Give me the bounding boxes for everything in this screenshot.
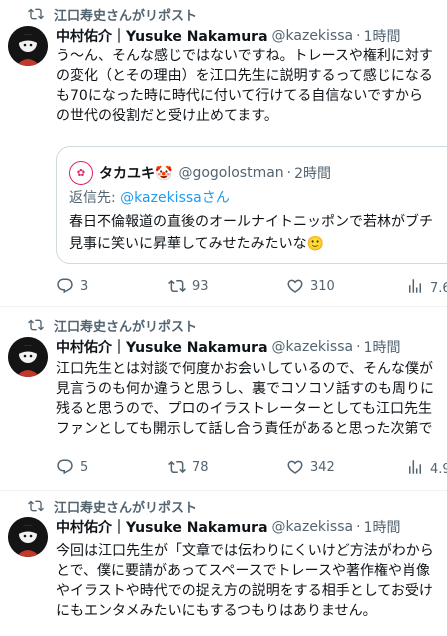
repost-label[interactable]: 江口寿史さんがリポスト [54,497,197,516]
views-button[interactable]: 4.9万 [406,457,447,477]
repost-count: 93 [192,278,209,294]
tweet-text: う〜ん、そんな感じではないですね。トレースや権利に対す の変化（とその理由）を江… [56,46,447,126]
views-button[interactable]: 7.6万 [406,276,447,296]
text-line: う〜ん、そんな感じではないですね。トレースや権利に対す [56,48,433,64]
heart-icon [287,460,303,474]
like-count: 342 [310,459,335,475]
tweet-text: 今回は江口先生が「文章では伝わりにくいけど方法がわから とで、僕に要請があってス… [56,541,447,621]
reply-count: 3 [80,278,89,294]
retweet-icon [168,279,186,293]
tweet-header: 中村佑介｜Yusuke Nakamura @kazekissa · 1時間 [56,517,400,537]
timestamp[interactable]: 1時間 [364,337,401,357]
separator-dot: · [356,339,361,355]
bar-chart-icon [409,460,421,474]
quote-text: 春日不倫報道の直後のオールナイトニッポンで若林がブチ 見事に笑いに昇華してみせた… [69,211,433,255]
repost-indicator: 江口寿史さんがリポスト [28,316,197,335]
like-button[interactable]: 342 [286,457,335,477]
avatar[interactable] [8,26,48,66]
separator-dot: · [356,519,361,535]
text-line: も70になった時に時代に付いて行けてる自信ないですから [56,88,423,104]
repost-button[interactable]: 78 [168,457,209,477]
separator-dot: · [356,28,361,44]
tweet-header: 中村佑介｜Yusuke Nakamura @kazekissa · 1時間 [56,26,400,46]
author-handle[interactable]: @kazekissa [272,28,354,44]
quoted-tweet[interactable]: ✿ タカユキ🤡 @gogolostman · 2時間 返信先: @kazekis… [56,146,447,264]
text-line: 江口先生とは対談で何度かお会いしているので、そんな僕が [56,361,434,377]
reply-context: 返信先: @kazekissaさん [69,187,230,207]
tweet-1[interactable]: 江口寿史さんがリポスト 中村佑介｜Yusuke Nakamura @kazeki… [0,0,447,300]
quote-timestamp[interactable]: 2時間 [294,163,331,183]
text-line: 今回は江口先生が「文章では伝わりにくいけど方法がわから [56,543,434,559]
retweet-icon [28,319,44,331]
view-count: 4.9万 [430,461,447,477]
reply-prefix: 返信先: [69,190,121,206]
repost-indicator: 江口寿史さんがリポスト [28,5,197,24]
separator-dot: · [286,165,292,181]
avatar[interactable] [8,517,48,557]
tweet-text: 江口先生とは対談で何度かお会いしているので、そんな僕が 見言うのも何か違うと思う… [56,359,447,439]
view-count: 7.6万 [430,280,447,296]
quote-author-name[interactable]: タカユキ🤡 [99,163,172,183]
repost-label[interactable]: 江口寿史さんがリポスト [54,5,197,24]
repost-button[interactable]: 93 [168,276,209,296]
reply-button[interactable]: 3 [56,276,88,296]
text-line: の変化（とその理由）を江口先生に説明するって感じになる [56,68,433,84]
timestamp[interactable]: 1時間 [364,517,401,537]
text-line: 残ると思うので、プロのイラストレーターとしても江口先生 [56,401,433,417]
text-line: 見事に笑いに昇華してみせたみたいな🙂 [69,236,325,252]
reply-count: 5 [80,459,89,475]
author-handle[interactable]: @kazekissa [272,339,354,355]
reply-icon [57,278,73,294]
tweet-header: 中村佑介｜Yusuke Nakamura @kazekissa · 1時間 [56,337,400,357]
retweet-icon [168,460,186,474]
quote-avatar[interactable]: ✿ [69,161,93,185]
text-line: の世代の役割だと受け止めてます。 [56,108,278,124]
retweet-icon [28,500,44,512]
text-line: にもエンタメみたいにもするつもりはありません。 [56,603,377,619]
text-line: とで、僕に要請があってスペースでトレースや著作権や肖像 [56,563,430,579]
reply-to-link[interactable]: @kazekissaさん [120,190,230,206]
reply-icon [57,459,73,475]
reply-button[interactable]: 5 [56,457,88,477]
like-count: 310 [310,278,335,294]
author-name[interactable]: 中村佑介｜Yusuke Nakamura [56,26,268,46]
repost-count: 78 [192,459,209,475]
retweet-icon [28,8,44,20]
bar-chart-icon [409,279,421,293]
avatar[interactable] [8,337,48,377]
text-line: やイラストや時代での捉え方の説明をする相手としてお受け [56,583,433,599]
timestamp[interactable]: 1時間 [364,26,401,46]
action-bar: 5 78 342 4.9万 [56,457,447,477]
repost-indicator: 江口寿史さんがリポスト [28,497,197,516]
action-bar: 3 93 310 7.6万 [56,276,447,296]
quote-author-handle[interactable]: @gogolostman [178,165,283,181]
repost-label[interactable]: 江口寿史さんがリポスト [54,316,197,335]
like-button[interactable]: 310 [286,276,335,296]
tweet-2[interactable]: 江口寿史さんがリポスト 中村佑介｜Yusuke Nakamura @kazeki… [0,307,447,487]
quote-header: ✿ タカユキ🤡 @gogolostman · 2時間 [69,161,331,185]
text-line: 見言うのも何か違うと思うし、裏でコソコソ話すのも周りに [56,381,434,397]
text-line: 春日不倫報道の直後のオールナイトニッポンで若林がブチ [69,214,433,230]
author-handle[interactable]: @kazekissa [272,519,354,535]
heart-icon [287,279,303,293]
author-name[interactable]: 中村佑介｜Yusuke Nakamura [56,517,268,537]
text-line: ファンとしても開示して話し合う責任があると思った次第で [56,421,433,437]
tweet-3[interactable]: 江口寿史さんがリポスト 中村佑介｜Yusuke Nakamura @kazeki… [0,491,447,636]
author-name[interactable]: 中村佑介｜Yusuke Nakamura [56,337,268,357]
